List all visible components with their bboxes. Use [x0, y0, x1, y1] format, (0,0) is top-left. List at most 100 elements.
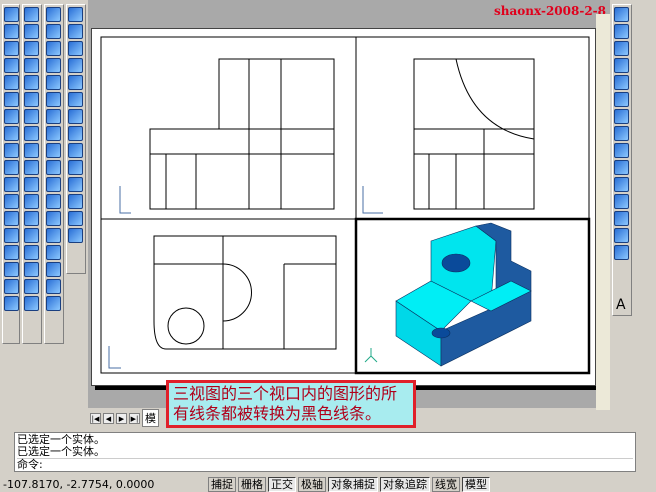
first-tab-button[interactable]: |◀ — [90, 412, 101, 424]
tool-icon[interactable] — [614, 75, 629, 90]
tool-icon[interactable] — [24, 24, 39, 39]
tool-icon[interactable] — [4, 211, 19, 226]
status-toggle-button[interactable]: 模型 — [462, 476, 490, 492]
tool-icon[interactable] — [46, 245, 61, 260]
tool-icon[interactable] — [614, 177, 629, 192]
tool-icon[interactable] — [46, 24, 61, 39]
tool-icon[interactable] — [614, 245, 629, 260]
tool-icon[interactable] — [46, 109, 61, 124]
tool-icon[interactable] — [68, 143, 83, 158]
tool-icon[interactable] — [68, 7, 83, 22]
tool-icon[interactable] — [24, 228, 39, 243]
tool-icon[interactable] — [68, 211, 83, 226]
tool-icon[interactable] — [24, 296, 39, 311]
tool-icon[interactable] — [46, 7, 61, 22]
tool-icon[interactable] — [4, 262, 19, 277]
tool-icon[interactable] — [4, 160, 19, 175]
tool-icon[interactable] — [4, 7, 19, 22]
status-toggle-button[interactable]: 捕捉 — [208, 476, 236, 492]
tool-icon[interactable] — [614, 228, 629, 243]
tool-icon[interactable] — [24, 126, 39, 141]
tool-icon[interactable] — [24, 58, 39, 73]
status-toggle-button[interactable]: 线宽 — [432, 476, 460, 492]
tool-icon[interactable] — [46, 228, 61, 243]
tool-icon[interactable] — [614, 211, 629, 226]
tool-icon[interactable] — [68, 109, 83, 124]
tool-icon[interactable] — [4, 109, 19, 124]
tool-icon[interactable] — [46, 92, 61, 107]
tool-icon[interactable] — [614, 160, 629, 175]
tool-icon[interactable] — [46, 279, 61, 294]
tool-icon[interactable] — [614, 126, 629, 141]
tool-icon[interactable] — [24, 143, 39, 158]
last-tab-button[interactable]: ▶| — [129, 412, 140, 424]
tool-icon[interactable] — [24, 109, 39, 124]
tool-icon[interactable] — [46, 177, 61, 192]
tool-icon[interactable] — [4, 92, 19, 107]
tool-icon[interactable] — [614, 194, 629, 209]
tool-icon[interactable] — [68, 194, 83, 209]
tool-icon[interactable] — [46, 194, 61, 209]
status-toggle-button[interactable]: 极轴 — [298, 476, 326, 492]
tool-icon[interactable] — [4, 245, 19, 260]
status-toggle-button[interactable]: 对象追踪 — [380, 476, 430, 492]
tool-icon[interactable] — [24, 245, 39, 260]
tool-icon[interactable] — [46, 296, 61, 311]
tool-icon[interactable] — [4, 126, 19, 141]
vertical-scrollbar[interactable] — [596, 14, 610, 410]
tool-icon[interactable] — [46, 58, 61, 73]
tool-icon[interactable] — [46, 75, 61, 90]
tool-icon[interactable] — [614, 41, 629, 56]
tool-icon[interactable] — [4, 24, 19, 39]
command-window[interactable]: 已选定一个实体。 已选定一个实体。 命令: — [14, 432, 636, 472]
tab-model[interactable]: 模 — [142, 409, 159, 427]
tool-icon[interactable] — [24, 279, 39, 294]
status-toggle-button[interactable]: 正交 — [268, 476, 296, 492]
tool-icon[interactable] — [4, 143, 19, 158]
status-toggle-button[interactable]: 栅格 — [238, 476, 266, 492]
tool-icon[interactable] — [614, 24, 629, 39]
tool-icon[interactable] — [4, 58, 19, 73]
tool-icon[interactable] — [24, 7, 39, 22]
tool-icon[interactable] — [68, 75, 83, 90]
tool-icon[interactable] — [68, 228, 83, 243]
tool-icon[interactable] — [614, 143, 629, 158]
tool-icon[interactable] — [614, 7, 629, 22]
tool-icon[interactable] — [68, 126, 83, 141]
tool-icon[interactable] — [4, 296, 19, 311]
tool-icon[interactable] — [4, 228, 19, 243]
tool-icon[interactable] — [46, 211, 61, 226]
tool-icon[interactable] — [68, 24, 83, 39]
tool-icon[interactable] — [614, 92, 629, 107]
tool-icon[interactable] — [614, 58, 629, 73]
tool-icon[interactable] — [4, 41, 19, 56]
tool-icon[interactable] — [24, 160, 39, 175]
tool-icon[interactable] — [24, 211, 39, 226]
tool-icon[interactable] — [4, 194, 19, 209]
tool-icon[interactable] — [24, 41, 39, 56]
drawing-area[interactable]: shaonx-2008-2-8 — [88, 0, 610, 410]
tool-icon[interactable] — [614, 109, 629, 124]
status-toggle-button[interactable]: 对象捕捉 — [328, 476, 378, 492]
tool-icon[interactable] — [24, 177, 39, 192]
tool-icon[interactable] — [24, 92, 39, 107]
tool-icon[interactable] — [46, 262, 61, 277]
next-tab-button[interactable]: ▶ — [116, 412, 127, 424]
tool-icon[interactable] — [46, 143, 61, 158]
tool-icon[interactable] — [4, 177, 19, 192]
tool-icon[interactable] — [4, 279, 19, 294]
tool-icon[interactable] — [24, 262, 39, 277]
command-prompt[interactable]: 命令: — [17, 458, 633, 471]
tool-icon[interactable] — [68, 41, 83, 56]
tool-icon[interactable] — [4, 75, 19, 90]
prev-tab-button[interactable]: ◀ — [103, 412, 114, 424]
tool-icon[interactable] — [24, 194, 39, 209]
tool-icon[interactable] — [68, 92, 83, 107]
tool-icon[interactable] — [68, 160, 83, 175]
tool-icon[interactable] — [46, 160, 61, 175]
tool-icon[interactable] — [68, 58, 83, 73]
tool-icon[interactable] — [24, 75, 39, 90]
text-tool-button[interactable]: A — [616, 297, 626, 313]
tool-icon[interactable] — [46, 41, 61, 56]
tool-icon[interactable] — [46, 126, 61, 141]
